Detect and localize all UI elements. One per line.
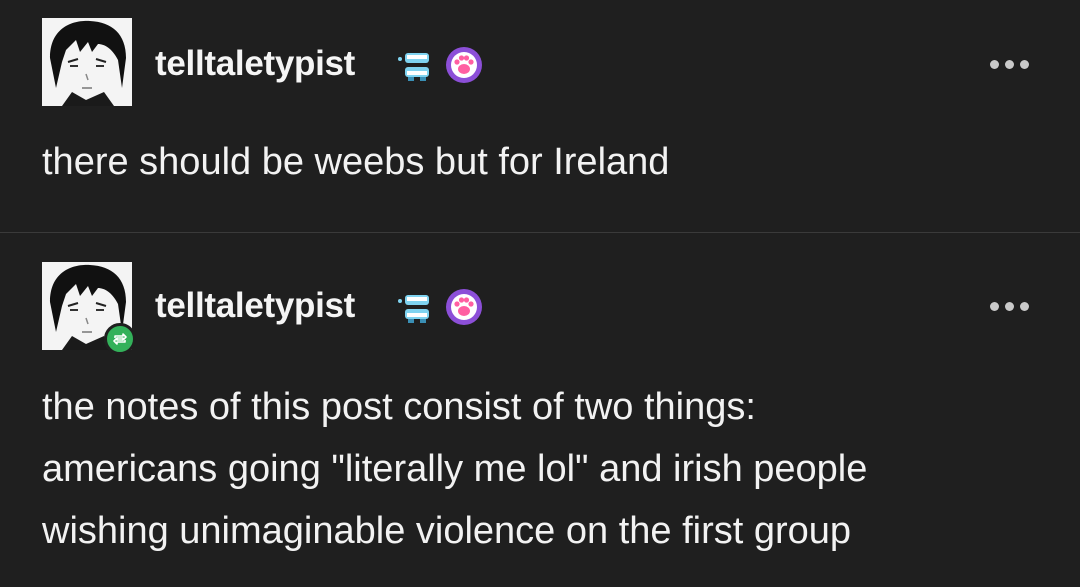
post-text-line: wishing unimaginable violence on the fir…	[42, 510, 852, 552]
chattering-teeth-icon[interactable]	[396, 287, 436, 327]
chattering-teeth-icon[interactable]	[396, 45, 436, 85]
paw-print-badge-icon[interactable]	[444, 45, 484, 85]
username[interactable]: telltaletypist	[155, 286, 355, 326]
username[interactable]: telltaletypist	[155, 44, 355, 84]
more-options-icon[interactable]	[990, 302, 1029, 311]
user-badges	[396, 45, 484, 85]
paw-print-badge-icon[interactable]	[444, 287, 484, 327]
more-options-icon[interactable]	[990, 60, 1029, 69]
post-text-line: there should be weebs but for Ireland	[42, 141, 670, 183]
avatar[interactable]	[42, 18, 132, 106]
post-body: there should be weebs but for Ireland	[42, 131, 1042, 193]
post-body: the notes of this post consist of two th…	[42, 376, 1042, 562]
reblog-icon	[104, 323, 136, 355]
user-badges	[396, 287, 484, 327]
post-text-line: the notes of this post consist of two th…	[42, 386, 756, 428]
post-reblog: telltaletypist the notes of this post co…	[0, 233, 1080, 587]
post-text-line: americans going "literally me lol" and i…	[42, 448, 868, 490]
post-original: telltaletypist there should be weebs but…	[0, 0, 1080, 232]
